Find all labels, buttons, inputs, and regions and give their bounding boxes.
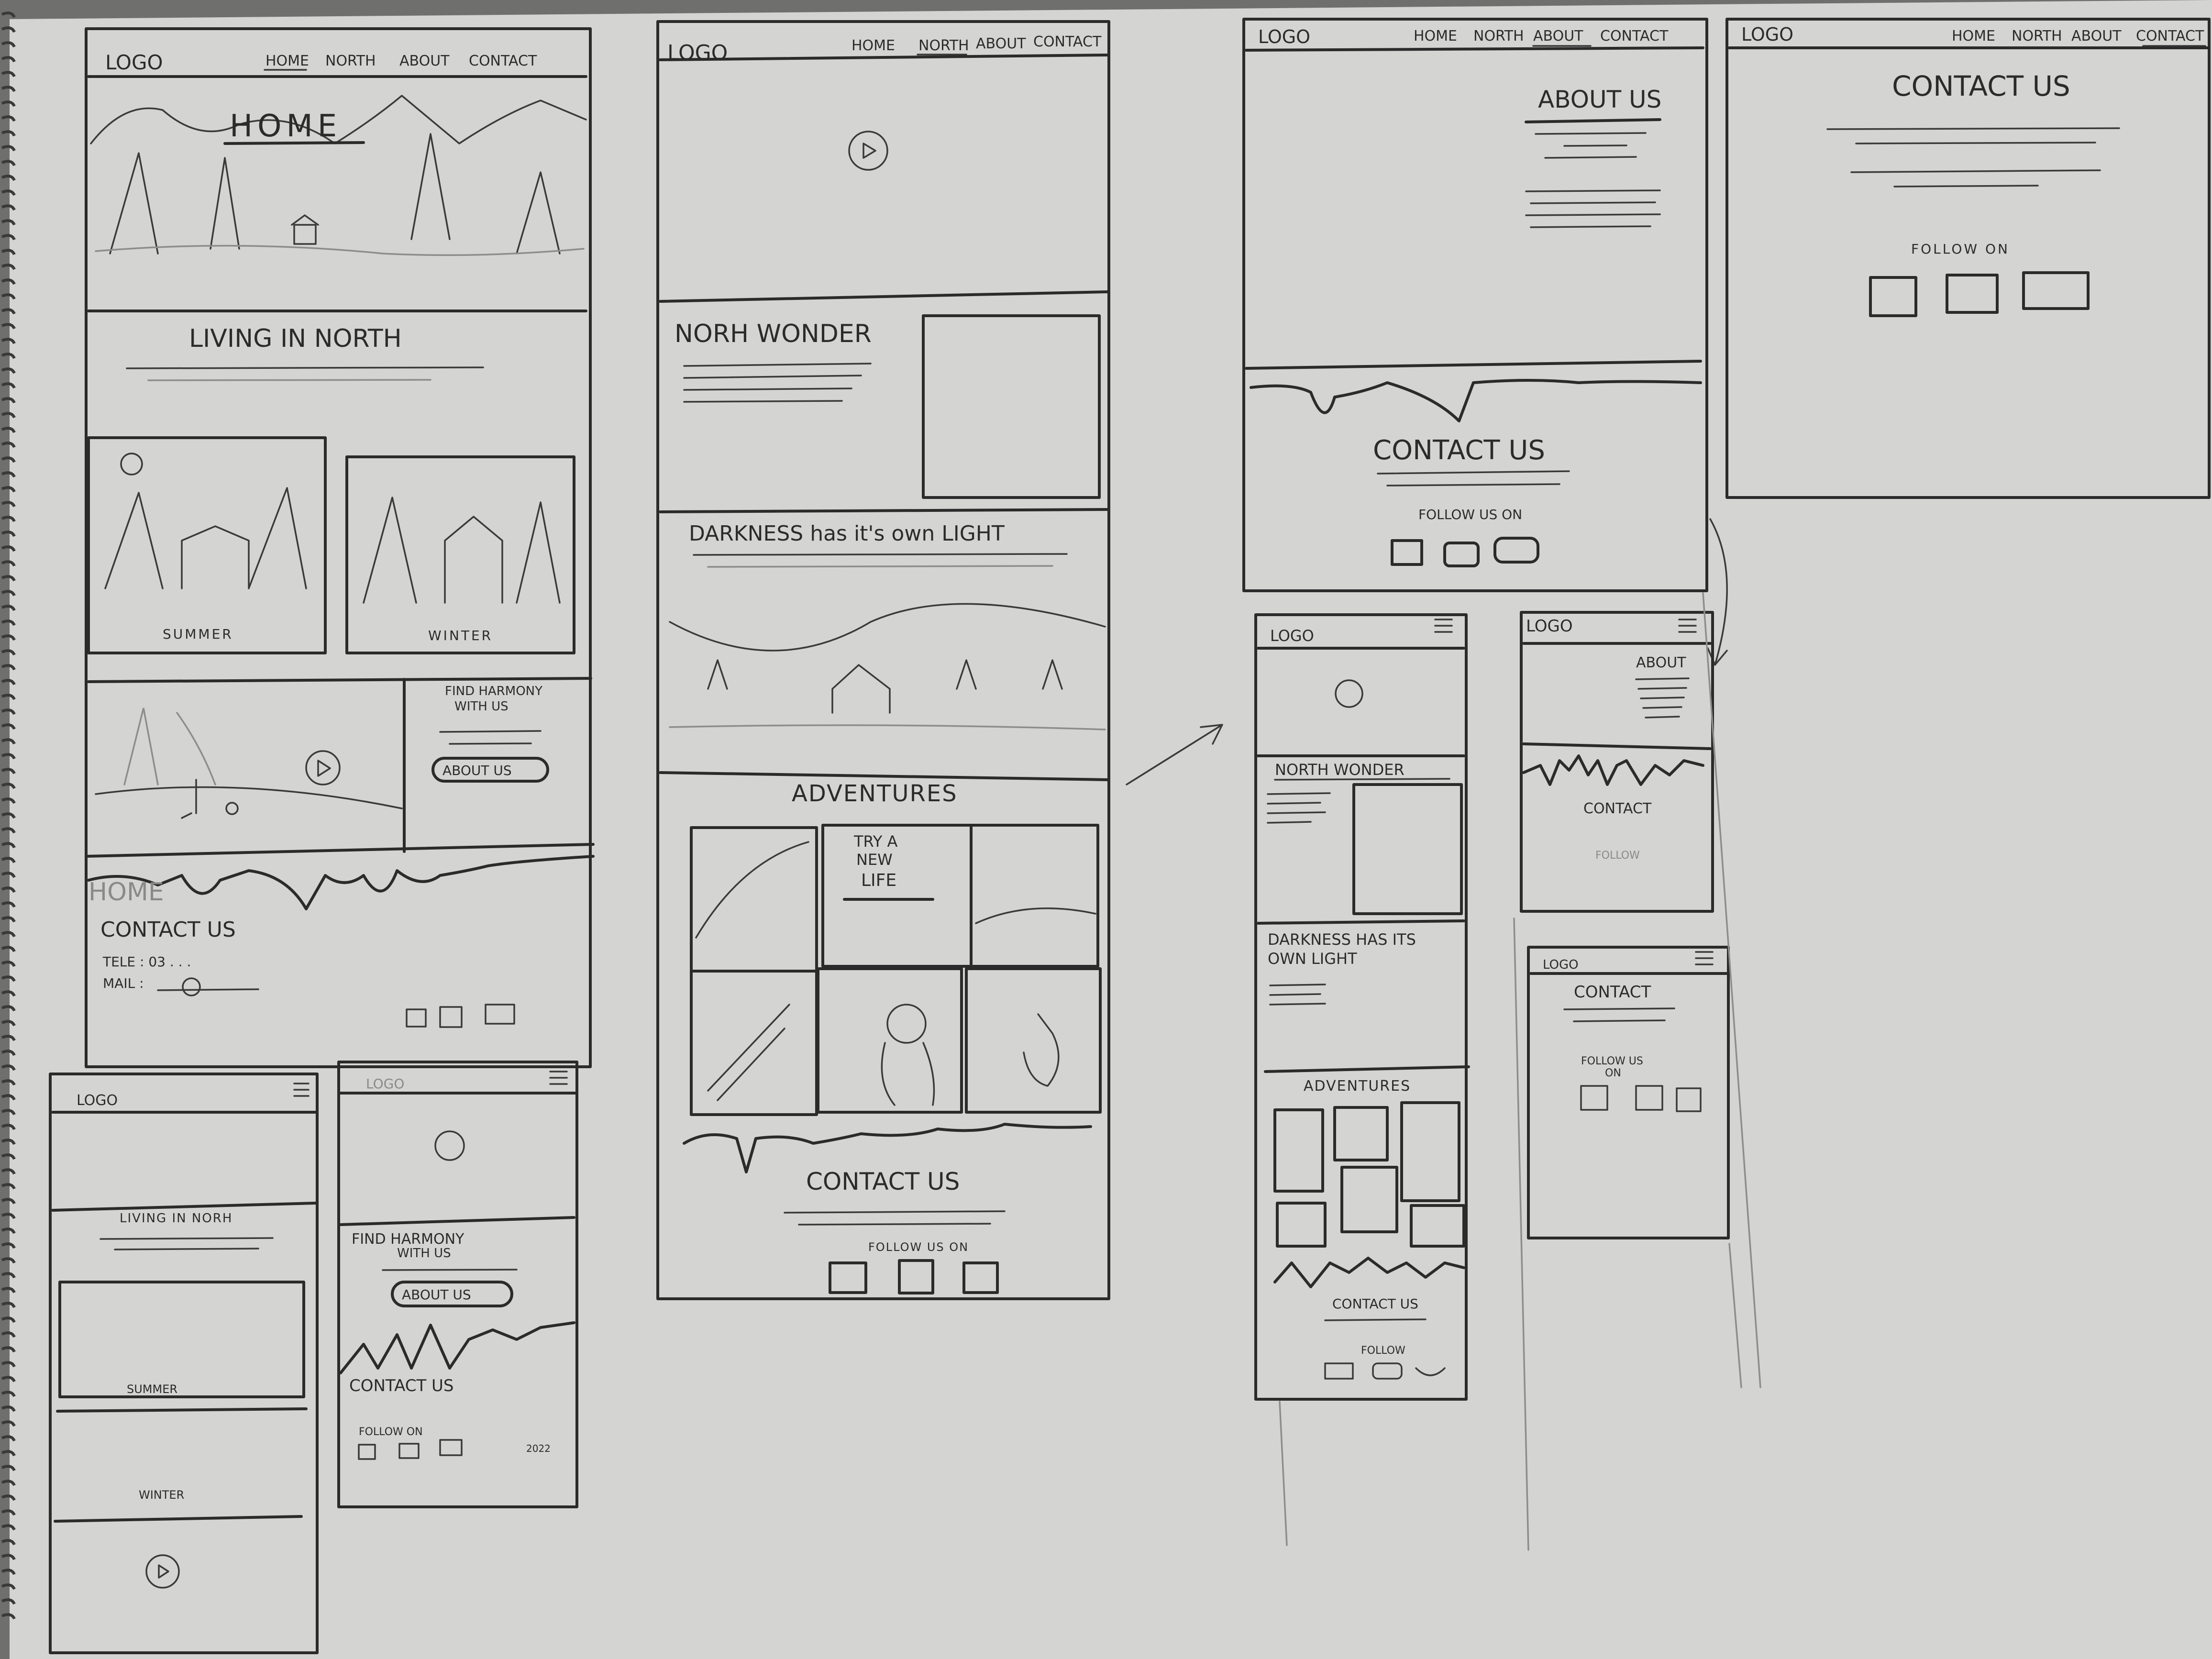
logo: LOGO bbox=[667, 41, 728, 65]
nav-north[interactable]: NORTH bbox=[2012, 28, 2062, 44]
living-in-north-title: LIVING IN NORTH bbox=[189, 324, 402, 353]
adventures-title: ADVENTURES bbox=[792, 780, 958, 807]
find-harmony-line1: FIND HARMONY bbox=[445, 684, 542, 698]
nav-home[interactable]: HOME bbox=[1414, 28, 1457, 44]
logo: LOGO bbox=[1526, 617, 1573, 636]
follow-us-on-label: FOLLOW US ON bbox=[1418, 507, 1522, 522]
nav-about[interactable]: ABOUT bbox=[2071, 28, 2122, 44]
nav-about[interactable]: ABOUT bbox=[976, 35, 1026, 52]
follow-us-on-label: FOLLOW US ON bbox=[868, 1240, 969, 1254]
adventures-title: ADVENTURES bbox=[1304, 1078, 1411, 1095]
find-harmony-line1: FIND HARMONY bbox=[352, 1231, 465, 1248]
darkness-title: DARKNESS has it's own LIGHT bbox=[689, 521, 1005, 546]
contact-us-title: CONTACT US bbox=[349, 1376, 454, 1395]
nav-menu: HOME NORTH ABOUT CONTACT bbox=[264, 53, 537, 71]
find-harmony-line2: WITH US bbox=[397, 1246, 451, 1261]
sketch-sheet: .ln{fill:none;stroke:#2b2b2b;stroke-widt… bbox=[0, 0, 2212, 1659]
living-in-north-title: LIVING IN NORH bbox=[120, 1211, 232, 1226]
follow-label: FOLLOW bbox=[1361, 1345, 1405, 1357]
winter-label: WINTER bbox=[428, 628, 493, 643]
about-us-button-label: ABOUT US bbox=[442, 763, 512, 778]
north-wonder-title: NORH WONDER bbox=[675, 320, 872, 348]
nav-about[interactable]: ABOUT bbox=[399, 53, 450, 69]
north-wonder-title: NORTH WONDER bbox=[1275, 761, 1405, 779]
logo: LOGO bbox=[1270, 627, 1314, 645]
follow-label: FOLLOW bbox=[1595, 850, 1640, 862]
summer-label: SUMMER bbox=[163, 626, 233, 642]
darkness-line2: OWN LIGHT bbox=[1268, 950, 1357, 968]
about-title: ABOUT bbox=[1636, 654, 1686, 671]
nav-home[interactable]: HOME bbox=[265, 53, 309, 69]
contact-us-title: CONTACT US bbox=[806, 1168, 960, 1195]
telephone: TELE : 03 . . . bbox=[102, 954, 191, 970]
nav-north[interactable]: NORTH bbox=[325, 53, 376, 69]
try-tile-line2: NEW bbox=[856, 851, 893, 869]
try-tile-line1: TRY A bbox=[853, 832, 897, 851]
nav-about[interactable]: ABOUT bbox=[1533, 28, 1583, 44]
nav-contact[interactable]: CONTACT bbox=[1600, 28, 1669, 44]
contact-title: CONTACT bbox=[1574, 983, 1651, 1002]
logo: LOGO bbox=[366, 1076, 404, 1092]
contact-label: CONTACT bbox=[1583, 800, 1652, 817]
contact-us-title: CONTACT US bbox=[100, 918, 236, 942]
mail: MAIL : bbox=[103, 975, 144, 991]
follow-on-label: FOLLOW ON bbox=[359, 1426, 423, 1438]
follow-on-label: FOLLOW ON bbox=[1911, 241, 2010, 257]
contact-us-title: CONTACT US bbox=[1373, 435, 1545, 466]
try-tile-line3: LIFE bbox=[861, 871, 896, 890]
nav-north[interactable]: NORTH bbox=[918, 37, 969, 54]
contact-us-label: CONTACT US bbox=[1332, 1296, 1418, 1312]
logo: LOGO bbox=[1741, 24, 1793, 45]
logo: LOGO bbox=[1543, 958, 1579, 972]
nav-contact[interactable]: CONTACT bbox=[2136, 28, 2204, 44]
nav-contact[interactable]: CONTACT bbox=[469, 53, 537, 69]
find-harmony-line2: WITH US bbox=[454, 699, 509, 714]
winter-label: WINTER bbox=[139, 1488, 184, 1502]
nav-home[interactable]: HOME bbox=[1952, 28, 1995, 44]
nav-menu: HOME NORTH ABOUT CONTACT bbox=[1414, 28, 1669, 47]
darkness-line1: DARKNESS HAS ITS bbox=[1268, 930, 1416, 949]
nav-home[interactable]: HOME bbox=[852, 37, 895, 54]
logo: LOGO bbox=[1258, 26, 1310, 47]
follow-us-line1: FOLLOW US bbox=[1581, 1055, 1643, 1067]
logo: LOGO bbox=[77, 1092, 118, 1109]
hero-title: HOME bbox=[230, 109, 342, 144]
follow-us-line2: ON bbox=[1605, 1067, 1621, 1079]
summer-label: SUMMER bbox=[127, 1382, 177, 1396]
about-us-button-label: ABOUT US bbox=[402, 1287, 471, 1303]
contact-us-title: CONTACT US bbox=[1892, 70, 2070, 102]
nav-contact[interactable]: CONTACT bbox=[1033, 33, 1102, 50]
about-us-title: ABOUT US bbox=[1538, 86, 1661, 113]
nav-north[interactable]: NORTH bbox=[1473, 28, 1524, 44]
footer-faint-home: HOME bbox=[88, 878, 164, 907]
copyright-year: 2022 bbox=[526, 1443, 551, 1454]
logo: LOGO bbox=[105, 51, 163, 74]
nav-menu: HOME NORTH ABOUT CONTACT bbox=[1952, 28, 2206, 47]
